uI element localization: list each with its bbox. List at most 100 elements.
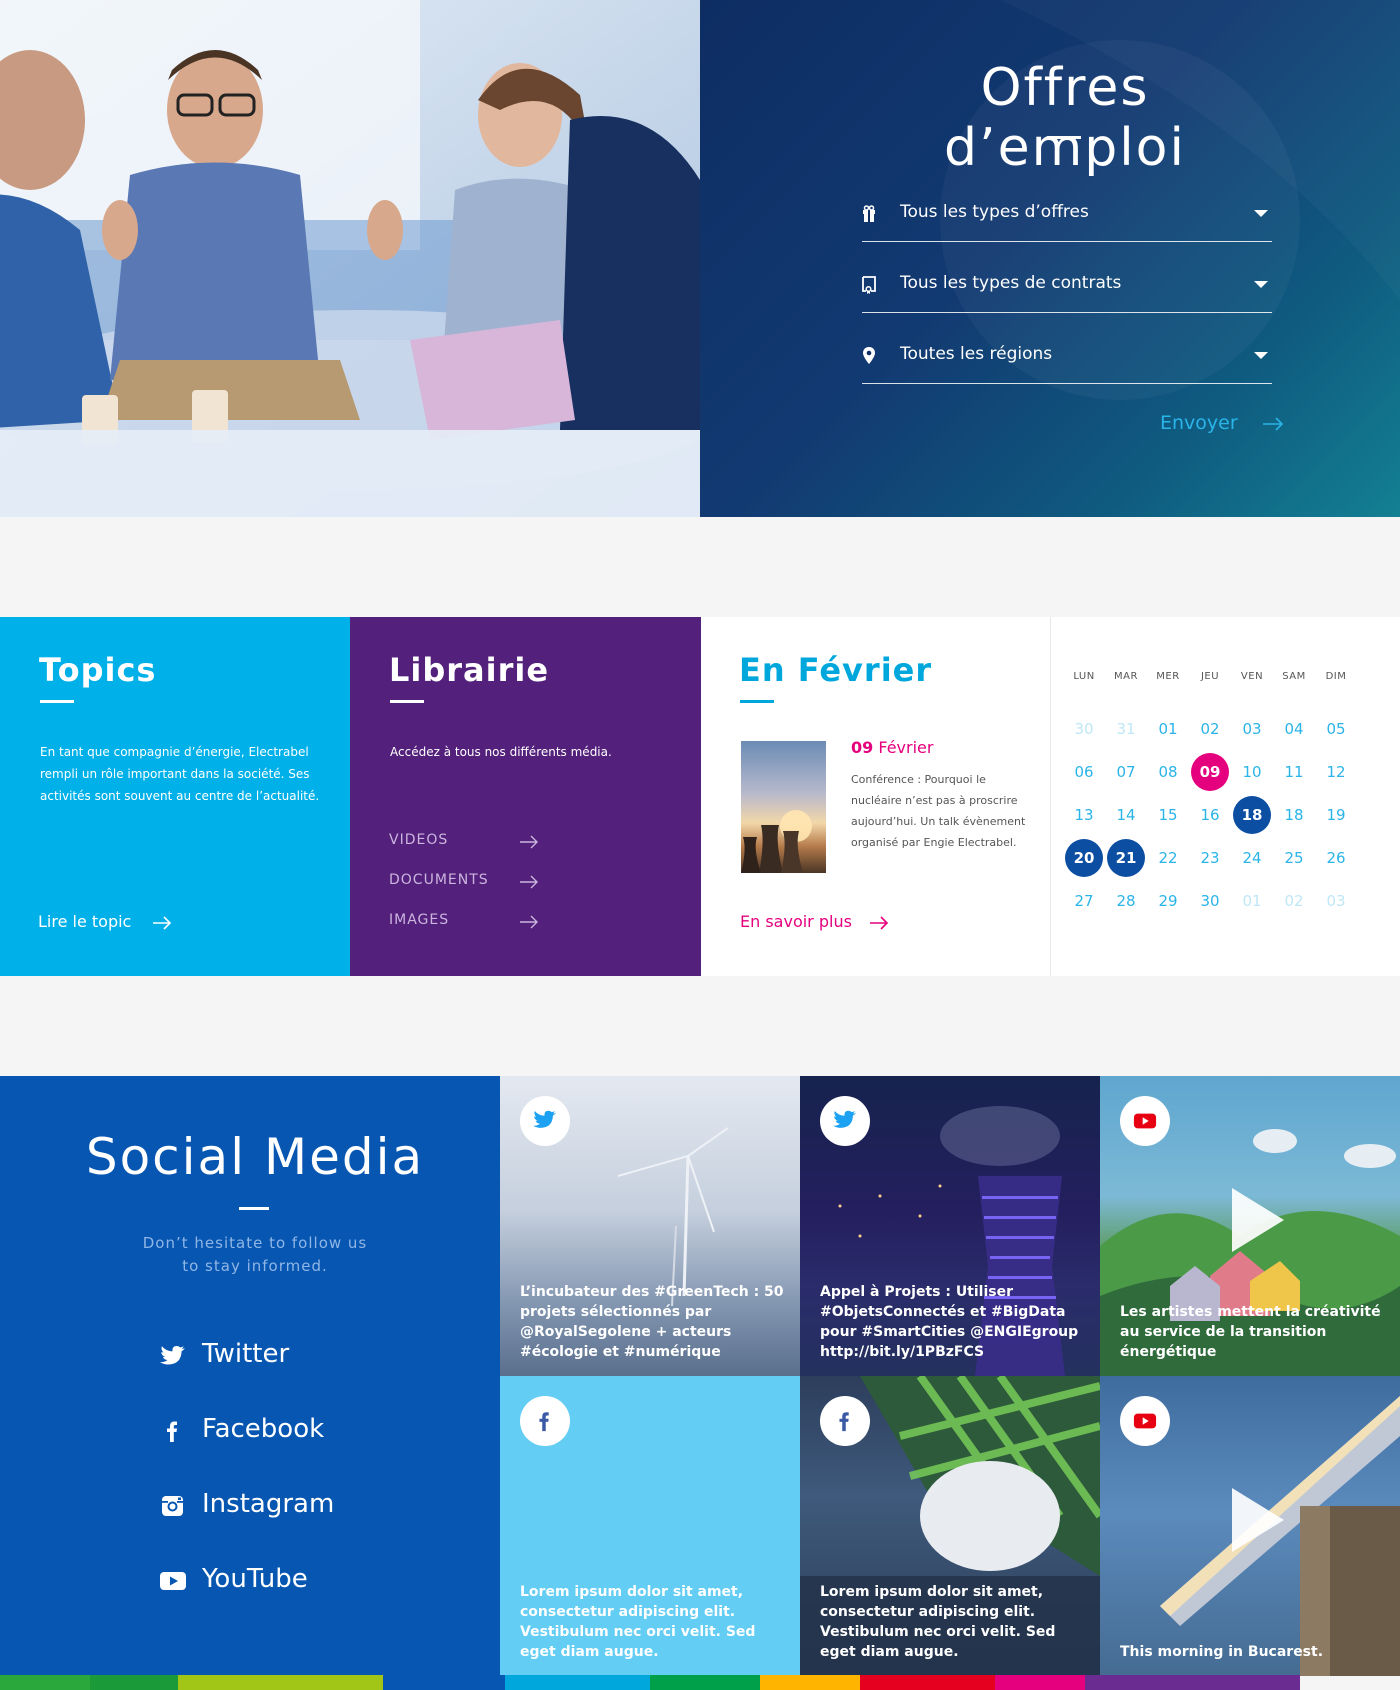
read-topic-label: Lire le topic [38,912,132,931]
calendar-day[interactable]: 30 [1191,882,1229,920]
event-card: En Février 09 Février Conférence : Pourq… [701,617,1050,976]
calendar-day[interactable]: 15 [1149,796,1187,834]
social-subtitle-line: to stay informed. [182,1257,328,1275]
library-item-videos[interactable]: VIDEOS [389,832,539,854]
contract-type-select[interactable]: Tous les types de contrats [862,257,1272,313]
calendar-day[interactable]: 23 [1191,839,1229,877]
calendar-day[interactable]: 24 [1233,839,1271,877]
event-description: Conférence : Pourquoi le nucléaire n’est… [851,773,1026,849]
strip-segment [650,1675,760,1690]
calendar-day[interactable]: 21 [1107,839,1145,877]
calendar-day[interactable]: 10 [1233,753,1271,791]
weekday-label: VEN [1240,671,1264,682]
twitter-icon [533,1110,557,1128]
social-subtitle: Don’t hesitate to follow us to stay info… [0,1232,510,1278]
calendar-day[interactable]: 01 [1233,882,1271,920]
calendar-day[interactable]: 02 [1191,710,1229,748]
learn-more-link[interactable]: En savoir plus [740,912,889,931]
calendar-day[interactable]: 20 [1065,839,1103,877]
library-item-label: VIDEOS [389,832,449,848]
calendar-day[interactable]: 16 [1191,796,1229,834]
strip-segment [860,1675,995,1690]
social-post-tile[interactable]: Lorem ipsum dolor sit amet, consectetur … [500,1376,800,1676]
calendar-day[interactable]: 18 [1275,796,1313,834]
topics-text: En tant que compagnie d’énergie, Electra… [40,745,320,803]
calendar-day[interactable]: 22 [1149,839,1187,877]
title-underline [740,700,774,703]
instagram-label: Instagram [202,1489,335,1519]
contract-icon [862,276,876,294]
play-icon[interactable] [1232,1188,1284,1252]
youtube-badge [1120,1396,1170,1446]
region-select[interactable]: Toutes les régions [862,328,1272,384]
calendar-day[interactable]: 18 [1233,796,1271,834]
facebook-badge [520,1396,570,1446]
job-search-hero: Offres d’emploi Tous les types d’offres … [0,0,1400,517]
strip-segment [178,1675,383,1690]
library-item-images[interactable]: IMAGES [389,912,539,934]
weekday-label: MAR [1114,671,1138,682]
facebook-badge [820,1396,870,1446]
calendar-day[interactable]: 27 [1065,882,1103,920]
strip-segment [1085,1675,1300,1690]
title-underline [1047,136,1081,139]
library-item-documents[interactable]: DOCUMENTS [389,872,539,894]
submit-search-button[interactable]: Envoyer [1160,412,1284,434]
calendar-event-day[interactable]: 09 [1191,753,1229,791]
post-caption: This morning in Bucarest. [1120,1644,1324,1660]
jobs-title: Offres d’emploi [944,58,1186,178]
calendar-day[interactable]: 28 [1107,882,1145,920]
post-caption: Lorem ipsum dolor sit amet, consectetur … [820,1584,1056,1660]
title-underline [40,700,74,703]
calendar-day[interactable]: 08 [1149,753,1187,791]
calendar-day[interactable]: 03 [1233,710,1271,748]
calendar-day[interactable]: 12 [1317,753,1355,791]
calendar-day[interactable]: 31 [1107,710,1145,748]
brand-color-strip [0,1675,1400,1690]
calendar-day[interactable]: 29 [1149,882,1187,920]
calendar-day[interactable]: 14 [1107,796,1145,834]
strip-segment [760,1675,860,1690]
region-label: Toutes les régions [900,344,1053,364]
calendar-day[interactable]: 03 [1317,882,1355,920]
social-post-tile[interactable]: Lorem ipsum dolor sit amet, consectetur … [800,1376,1100,1676]
location-pin-icon [863,347,875,364]
calendar-day[interactable]: 04 [1275,710,1313,748]
calendar-day[interactable]: 26 [1317,839,1355,877]
calendar-day[interactable]: 19 [1317,796,1355,834]
facebook-label: Facebook [202,1414,325,1444]
offer-type-select[interactable]: Tous les types d’offres [862,186,1272,242]
youtube-label: YouTube [202,1564,308,1594]
youtube-badge [1120,1096,1170,1146]
library-item-label: IMAGES [389,912,450,928]
weekday-label: SAM [1282,671,1306,682]
chevron-down-icon [1254,281,1268,288]
calendar-day[interactable]: 13 [1065,796,1103,834]
calendar-day[interactable]: 30 [1065,710,1103,748]
calendar-day[interactable]: 01 [1149,710,1187,748]
strip-segment [0,1675,90,1690]
read-topic-link[interactable]: Lire le topic [38,912,172,931]
calendar-day[interactable]: 11 [1275,753,1313,791]
strip-segment [505,1675,650,1690]
topics-card: Topics En tant que compagnie d’énergie, … [0,617,350,976]
event-day: 09 [851,738,874,757]
library-title: Librairie [389,651,550,689]
twitter-label: Twitter [202,1339,290,1369]
title-underline [239,1207,269,1210]
event-month: Février [878,738,934,757]
calendar-day[interactable]: 02 [1275,882,1313,920]
twitter-icon [833,1110,857,1128]
calendar-day[interactable]: 07 [1107,753,1145,791]
youtube-icon [1133,1413,1157,1429]
play-icon[interactable] [1232,1488,1284,1552]
social-post-tile[interactable]: L’incubateur des #GreenTech : 50 projets… [500,1076,800,1376]
video-post-tile[interactable]: This morning in Bucarest. [1100,1376,1400,1676]
event-title: En Février [739,651,933,689]
calendar-day[interactable]: 05 [1317,710,1355,748]
video-post-tile[interactable]: Les artistes mettent la créativité au se… [1100,1076,1400,1376]
post-caption: L’incubateur des #GreenTech : 50 projets… [520,1284,784,1360]
calendar-day[interactable]: 25 [1275,839,1313,877]
social-post-tile[interactable]: Appel à Projets : Utiliser #ObjetsConnec… [800,1076,1100,1376]
calendar-day[interactable]: 06 [1065,753,1103,791]
